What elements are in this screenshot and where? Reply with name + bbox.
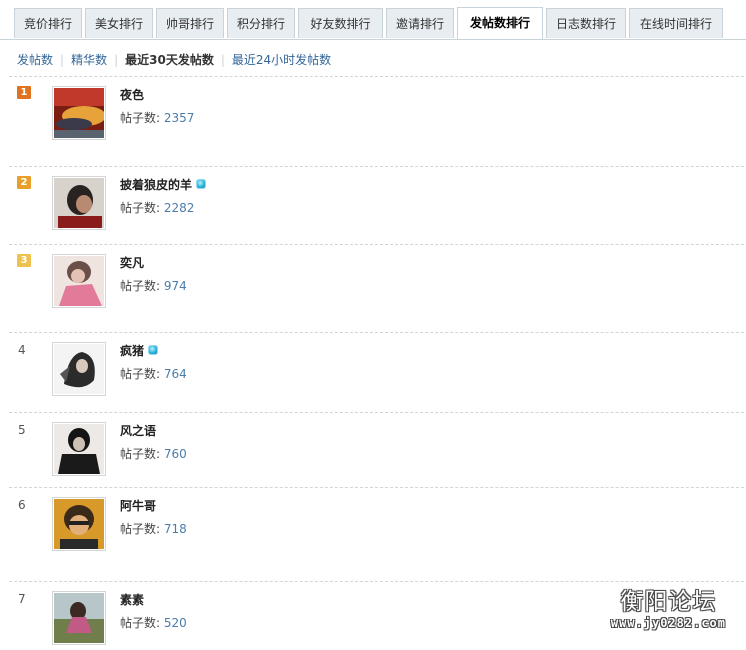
tab-baseline [0, 39, 746, 40]
avatar-image [54, 88, 104, 138]
post-count-value: 974 [163, 279, 187, 293]
username-text[interactable]: 奕凡 [120, 256, 144, 270]
watermark-url: www.jy0282.com [610, 616, 726, 630]
post-count-label: 帖子数: [120, 616, 161, 630]
avatar-image [54, 593, 104, 643]
post-count-label: 帖子数: [120, 367, 161, 381]
subnav-separator: | [220, 53, 225, 67]
ranking-row: 1 夜色 帖子数: 2357 [9, 77, 744, 167]
username-text[interactable]: 夜色 [120, 88, 144, 102]
subnav-last-30-days[interactable]: 最近30天发帖数 [125, 53, 214, 67]
rank-number: 5 [18, 423, 26, 437]
post-count-value: 760 [163, 447, 187, 461]
post-count: 帖子数: 2282 [120, 199, 194, 216]
post-count-label: 帖子数: [120, 279, 161, 293]
post-count: 帖子数: 764 [120, 365, 187, 382]
post-count-value: 2357 [163, 111, 195, 125]
subnav-separator: | [60, 53, 65, 67]
tab-friends-ranking[interactable]: 好友数排行 [298, 8, 383, 38]
avatar[interactable] [52, 176, 106, 230]
tab-beauty-ranking[interactable]: 美女排行 [85, 8, 153, 38]
username-text[interactable]: 阿牛哥 [120, 499, 156, 513]
subnav-separator: | [114, 53, 119, 67]
tab-points-ranking[interactable]: 积分排行 [227, 8, 295, 38]
ranking-tabs: 竞价排行 美女排行 帅哥排行 积分排行 好友数排行 邀请排行 发帖数排行 日志数… [0, 0, 746, 40]
tab-posts-ranking[interactable]: 发帖数排行 [457, 7, 543, 39]
avatar-image [54, 178, 104, 228]
rank-badge: 1 [17, 86, 31, 99]
avatar[interactable] [52, 86, 106, 140]
post-count-label: 帖子数: [120, 522, 161, 536]
tab-bid-ranking[interactable]: 竞价排行 [14, 8, 82, 38]
watermark-title: 衡阳论坛 [620, 589, 717, 615]
username[interactable]: 疯猪 [120, 342, 158, 359]
post-count-label: 帖子数: [120, 201, 161, 215]
site-watermark: 衡阳论坛 www.jy0282.com [611, 582, 726, 630]
avatar-image [54, 499, 104, 549]
post-count-label: 帖子数: [120, 111, 161, 125]
username-text[interactable]: 素素 [120, 593, 144, 607]
post-count-value: 2282 [163, 201, 195, 215]
username[interactable]: 阿牛哥 [120, 497, 156, 514]
ranking-row: 2 披着狼皮的羊 帖子数: 2282 [9, 167, 744, 245]
avatar[interactable] [52, 591, 106, 645]
post-count: 帖子数: 718 [120, 520, 187, 537]
ranking-row: 6 阿牛哥 帖子数: 718 [9, 488, 744, 582]
avatar-image [54, 344, 104, 394]
avatar-image [54, 424, 104, 474]
subnav-last-24-hours[interactable]: 最近24小时发帖数 [232, 53, 331, 67]
post-count-value: 520 [163, 616, 187, 630]
username-text[interactable]: 疯猪 [120, 344, 144, 358]
post-count-label: 帖子数: [120, 447, 161, 461]
post-count: 帖子数: 2357 [120, 109, 194, 126]
username[interactable]: 素素 [120, 591, 144, 608]
tab-invite-ranking[interactable]: 邀请排行 [386, 8, 454, 38]
username[interactable]: 夜色 [120, 86, 144, 103]
post-count-value: 718 [163, 522, 187, 536]
avatar-image [54, 256, 104, 306]
username[interactable]: 奕凡 [120, 254, 144, 271]
subnav-digest[interactable]: 精华数 [71, 53, 107, 67]
sub-nav: 发帖数 | 精华数 | 最近30天发帖数 | 最近24小时发帖数 [17, 51, 331, 68]
username-text[interactable]: 披着狼皮的羊 [120, 178, 192, 192]
vip-icon [197, 180, 206, 188]
post-count: 帖子数: 974 [120, 277, 187, 294]
rank-number: 6 [18, 498, 26, 512]
avatar[interactable] [52, 342, 106, 396]
tab-blogs-ranking[interactable]: 日志数排行 [546, 8, 626, 38]
avatar[interactable] [52, 497, 106, 551]
post-count: 帖子数: 520 [120, 614, 187, 631]
vip-icon [149, 346, 158, 354]
tab-online-time-ranking[interactable]: 在线时间排行 [629, 8, 723, 38]
avatar[interactable] [52, 254, 106, 308]
post-count: 帖子数: 760 [120, 445, 187, 462]
username[interactable]: 风之语 [120, 422, 156, 439]
username[interactable]: 披着狼皮的羊 [120, 176, 206, 193]
rank-badge: 2 [17, 176, 31, 189]
username-text[interactable]: 风之语 [120, 424, 156, 438]
subnav-posts[interactable]: 发帖数 [17, 53, 53, 67]
ranking-row: 4 疯猪 帖子数: 764 [9, 333, 744, 413]
rank-badge: 3 [17, 254, 31, 267]
tab-handsome-ranking[interactable]: 帅哥排行 [156, 8, 224, 38]
post-count-value: 764 [163, 367, 187, 381]
rank-number: 4 [18, 343, 26, 357]
ranking-row: 5 风之语 帖子数: 760 [9, 413, 744, 488]
rank-number: 7 [18, 592, 26, 606]
ranking-row: 3 奕凡 帖子数: 974 [9, 245, 744, 333]
avatar[interactable] [52, 422, 106, 476]
